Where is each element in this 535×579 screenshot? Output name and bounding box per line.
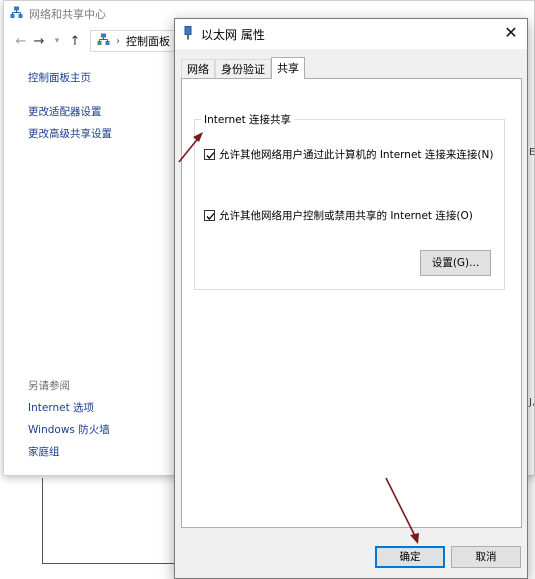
allow-control-label[interactable]: 允许其他网络用户控制或禁用共享的 Internet 连接(O) xyxy=(219,208,473,223)
chevron-down-icon[interactable]: ▾ xyxy=(48,36,66,46)
sidebar-item-advanced-sharing[interactable]: 更改高级共享设置 xyxy=(28,123,178,145)
see-also-firewall[interactable]: Windows 防火墙 xyxy=(28,419,178,441)
see-also-heading: 另请参阅 xyxy=(28,380,70,392)
allow-connect-checkbox[interactable] xyxy=(204,149,215,160)
checkmark-icon xyxy=(206,213,215,220)
close-icon[interactable]: ✕ xyxy=(501,23,521,43)
tab-networking[interactable]: 网络 xyxy=(181,59,215,79)
control-panel-icon xyxy=(97,33,110,49)
dialog-titlebar: 以太网 属性 ✕ xyxy=(175,19,527,49)
tab-strip: 网络 身份验证 共享 xyxy=(181,57,305,79)
sidebar-item-adapter-settings[interactable]: 更改适配器设置 xyxy=(28,101,178,123)
allow-connect-row[interactable]: 允许其他网络用户通过此计算机的 Internet 连接来连接(N) xyxy=(204,147,493,162)
see-also-homegroup[interactable]: 家庭组 xyxy=(28,441,178,463)
settings-button[interactable]: 设置(G)... xyxy=(420,250,491,276)
see-also-section: 另请参阅 Internet 选项 Windows 防火墙 家庭组 xyxy=(28,375,178,463)
sharing-tab-panel: Internet 连接共享 允许其他网络用户通过此计算机的 Internet 连… xyxy=(181,78,522,528)
network-icon xyxy=(10,6,23,22)
cancel-button[interactable]: 取消 xyxy=(451,546,521,568)
background-window-outline xyxy=(42,478,192,564)
allow-connect-label[interactable]: 允许其他网络用户通过此计算机的 Internet 连接来连接(N) xyxy=(219,147,493,162)
sidebar-home-link[interactable]: 控制面板主页 xyxy=(28,67,178,89)
back-arrow-icon[interactable]: ← xyxy=(12,34,30,49)
window-title: 网络和共享中心 xyxy=(29,8,106,21)
checkmark-icon xyxy=(206,152,215,159)
ethernet-properties-dialog: 以太网 属性 ✕ 网络 身份验证 共享 Internet 连接共享 允许其他网络… xyxy=(174,18,528,579)
clipped-text: J, xyxy=(529,397,535,408)
tab-authentication[interactable]: 身份验证 xyxy=(215,59,271,79)
breadcrumb-separator-icon: › xyxy=(116,35,120,47)
tab-sharing[interactable]: 共享 xyxy=(271,57,305,79)
forward-arrow-icon[interactable]: → xyxy=(30,34,48,49)
up-arrow-icon[interactable]: ↑ xyxy=(66,34,84,49)
sidebar: 控制面板主页 更改适配器设置 更改高级共享设置 xyxy=(28,67,178,145)
ics-group-title: Internet 连接共享 xyxy=(201,112,295,127)
breadcrumb-item[interactable]: 控制面板 xyxy=(126,33,170,49)
ics-groupbox: Internet 连接共享 允许其他网络用户通过此计算机的 Internet 连… xyxy=(194,112,505,290)
dialog-title: 以太网 属性 xyxy=(201,27,265,42)
clipped-text: E xyxy=(529,147,535,158)
see-also-internet-options[interactable]: Internet 选项 xyxy=(28,397,178,419)
allow-control-checkbox[interactable] xyxy=(204,210,215,221)
allow-control-row[interactable]: 允许其他网络用户控制或禁用共享的 Internet 连接(O) xyxy=(204,208,473,223)
ok-button[interactable]: 确定 xyxy=(375,546,445,568)
ethernet-adapter-icon xyxy=(183,25,193,43)
